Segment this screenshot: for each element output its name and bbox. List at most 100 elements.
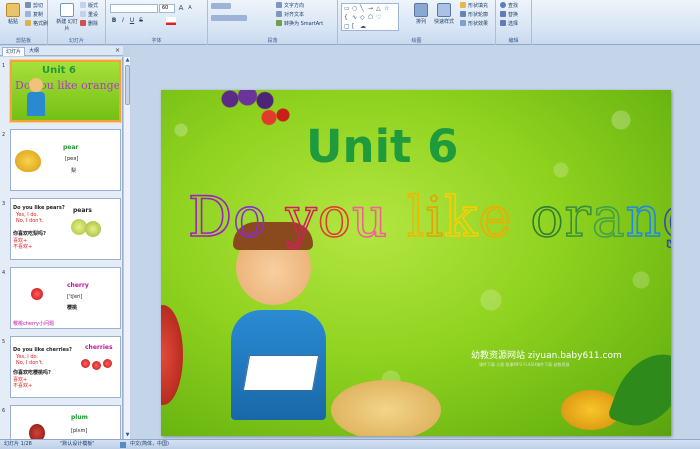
delete-button[interactable]: 删除 — [80, 20, 98, 28]
triangle-shape-icon: △ — [376, 5, 381, 12]
oval-shape-icon: ○ — [352, 5, 358, 12]
text-direction-button[interactable]: 文字方向 — [276, 2, 304, 10]
scissors-icon — [25, 2, 31, 8]
thumb-number: 2 — [2, 132, 6, 138]
thumb-phonetic: ['tʃeri] — [67, 294, 83, 300]
smartart-button[interactable]: 转换为 SmartArt — [276, 20, 323, 28]
paste-button[interactable]: 粘贴 — [2, 2, 24, 30]
delete-icon — [80, 20, 86, 26]
language: 中文(简体，中国) — [130, 441, 169, 447]
thumb-line: 樱桃cherry小问题 — [13, 321, 54, 327]
layout-icon — [80, 2, 86, 8]
boy-shirt — [27, 92, 45, 116]
slide-thumbnail-2[interactable]: pear [peə] 梨 — [10, 129, 121, 191]
reset-button[interactable]: 重设 — [80, 11, 98, 19]
font-size-select[interactable]: 60 — [159, 4, 175, 13]
drawing-group: ▭ ○ ╲ → △ ☆ { ∿ ◇ ⬠ ♡ ▢ [ ☁ 排列 快速样式 形状填充… — [338, 0, 496, 45]
line-shape-icon: ╲ — [360, 5, 364, 12]
tab-outline[interactable]: 大纲 — [26, 47, 42, 56]
arrange-icon — [414, 3, 428, 17]
effects-icon — [460, 20, 466, 26]
slide-title-letter: g — [661, 184, 671, 250]
find-icon — [500, 2, 506, 8]
align-text-button[interactable]: 对齐文本 — [276, 11, 304, 19]
arrange-button[interactable]: 排列 — [410, 2, 432, 30]
slide-thumbnail-1[interactable]: Unit 6 Do you like oranges ? — [9, 59, 122, 123]
shape-outline-button[interactable]: 形状轮廓 — [460, 11, 488, 19]
thumb-question-cn: 你喜欢吃梨吗? — [13, 231, 46, 237]
thumb-title: Unit 6 — [42, 65, 76, 76]
paste-icon — [6, 3, 20, 17]
find-button[interactable]: 查找 — [500, 2, 518, 10]
strikethrough-button[interactable]: S — [137, 17, 145, 25]
shape-fill-button[interactable]: 形状填充 — [460, 2, 488, 10]
layout-button[interactable]: 版式 — [80, 2, 98, 10]
slide-thumbnail-5[interactable]: Do you like cherries? Yes, I do. No, I d… — [10, 336, 121, 398]
align-buttons[interactable] — [211, 15, 249, 23]
smartart-icon — [276, 20, 282, 26]
cherry-illustration — [103, 359, 112, 368]
format-painter-button[interactable]: 格式刷 — [25, 20, 48, 28]
quick-styles-button[interactable]: 快速样式 — [430, 2, 458, 30]
align-text-icon — [276, 11, 282, 17]
current-slide[interactable]: Unit 6 Do you like oranges ? 幼教资源网站 ziyu… — [161, 90, 671, 436]
slide-thumbnail-list: 1 Unit 6 Do you like oranges ? 2 pear [p… — [0, 57, 123, 439]
thumb-answer-no: No, I don't. — [16, 360, 44, 366]
list-icon — [211, 3, 231, 9]
slide-thumbnail-6[interactable]: plum [plʌm] — [10, 405, 121, 439]
shrink-font-button[interactable]: A — [186, 4, 194, 12]
new-slide-button[interactable]: 新建 幻灯片 — [56, 2, 78, 32]
thumbnail-scrollbar[interactable]: ▲ ▼ — [123, 57, 130, 439]
bullets-button[interactable] — [211, 3, 233, 11]
thumb-word: cherries — [85, 344, 113, 351]
grow-font-button[interactable]: A — [177, 4, 185, 12]
underline-button[interactable]: U — [128, 17, 136, 25]
book-illustration — [242, 355, 320, 391]
slide-unit-heading[interactable]: Unit 6 — [306, 120, 459, 173]
thumb-phonetic: [peə] — [65, 156, 79, 162]
shapes-gallery[interactable]: ▭ ○ ╲ → △ ☆ { ∿ ◇ ⬠ ♡ ▢ [ ☁ — [341, 3, 399, 31]
cursor-icon — [500, 20, 506, 26]
tab-slides[interactable]: 幻灯片 — [2, 47, 26, 56]
slide-thumbnail-3[interactable]: Do you like pears? Yes, I do. No, I don'… — [10, 198, 121, 260]
pentagon-shape-icon: ⬠ — [368, 14, 374, 21]
slide-title-letter: r — [564, 184, 592, 250]
thumb-word: cherry — [67, 282, 89, 289]
font-name-select[interactable] — [110, 4, 158, 13]
slide-thumbnail-4[interactable]: cherry ['tʃeri] 樱桃 樱桃cherry小问题 — [10, 267, 121, 329]
slide-title-letter: u — [351, 184, 389, 250]
clipboard-label: 剪贴板 — [15, 38, 31, 44]
bracket-shape-icon: [ — [352, 23, 355, 30]
slide-title-letter: o — [232, 184, 268, 250]
fill-icon — [460, 2, 466, 8]
slide-title-letter: i — [425, 184, 445, 250]
italic-button[interactable]: I — [119, 17, 127, 25]
brace-shape-icon: { — [344, 14, 348, 21]
close-icon[interactable]: × — [115, 47, 120, 54]
scroll-down-icon[interactable]: ▼ — [124, 432, 131, 439]
quick-styles-icon — [437, 3, 451, 17]
spellcheck-icon[interactable] — [120, 442, 126, 448]
plum-illustration — [29, 424, 45, 439]
slide-title[interactable]: Do you like oranges ? — [187, 184, 671, 250]
copy-icon — [25, 11, 31, 17]
font-color-button[interactable] — [166, 17, 176, 25]
rectangle-shape-icon: ▭ — [344, 5, 350, 12]
ribbon: 粘贴 剪切 复制 格式刷 剪贴板 新建 幻灯片 版式 重设 删除 幻灯片 60 … — [0, 0, 700, 45]
arrow-shape-icon: → — [368, 5, 374, 12]
heart-shape-icon: ♡ — [376, 14, 382, 21]
pear-illustration — [15, 150, 41, 172]
scroll-thumb[interactable] — [125, 65, 130, 105]
slide-title-letter — [267, 185, 285, 249]
bold-button[interactable]: B — [110, 17, 118, 25]
scroll-up-icon[interactable]: ▲ — [124, 57, 131, 64]
copy-button[interactable]: 复制 — [25, 11, 43, 19]
cut-button[interactable]: 剪切 — [25, 2, 43, 10]
thumb-cn: 樱桃 — [67, 305, 78, 311]
replace-button[interactable]: 替换 — [500, 11, 518, 19]
text-direction-icon — [276, 2, 282, 8]
editing-label: 编辑 — [508, 38, 519, 44]
select-button[interactable]: 选择 — [500, 20, 518, 28]
slide-count: 幻灯片 1/28 — [4, 441, 32, 447]
shape-effects-button[interactable]: 形状效果 — [460, 20, 488, 28]
